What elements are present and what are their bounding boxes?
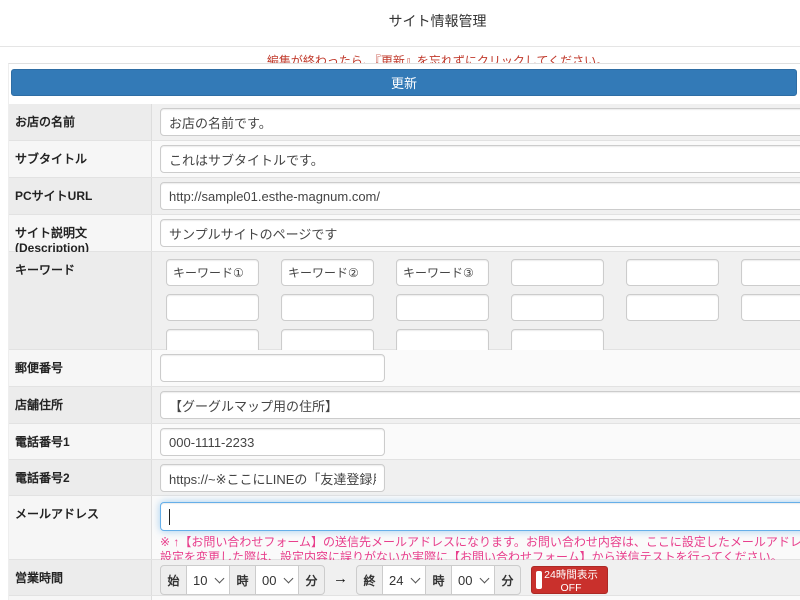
keyword-input-2[interactable] [281, 259, 374, 286]
shop-name-input[interactable] [160, 108, 800, 136]
subtitle-input[interactable] [160, 145, 800, 173]
keyword-input-7[interactable] [166, 294, 259, 321]
chevron-down-icon [411, 574, 421, 584]
chevron-down-icon [480, 574, 490, 584]
row-phone2: 電話番号2 [9, 460, 800, 496]
keyword-row-2 [166, 294, 800, 321]
form-rows: お店の名前 サブタイトル PCサイトURL サイト説明文(Description… [9, 104, 800, 600]
description-input[interactable] [160, 219, 800, 247]
row-postal-code: 郵便番号 [9, 350, 800, 387]
header-divider [0, 46, 800, 47]
email-label: メールアドレス [9, 496, 152, 559]
update-button-row: 更新 [9, 64, 800, 104]
email-note-line1: ※ ↑【お問い合わせフォーム】の送信先メールアドレスになります。お問い合わせ内容… [160, 535, 800, 550]
phone2-label: 電話番号2 [9, 460, 152, 495]
keyword-row-1 [166, 259, 800, 286]
site-info-admin-page: サイト情報管理 編集が終わったら、『更新』を忘れずにクリックしてください。 更新… [0, 0, 800, 600]
row-shop-name: お店の名前 [9, 104, 800, 141]
keyword-input-6[interactable] [741, 259, 800, 286]
row-phone1: 電話番号1 [9, 424, 800, 460]
end-hour-unit: 時 [425, 565, 452, 595]
row-subtitle: サブタイトル [9, 141, 800, 178]
hours-24h-display-toggle[interactable]: 24時間表示OFF [531, 566, 608, 594]
right-arrow-icon: → [333, 570, 348, 587]
phone1-label: 電話番号1 [9, 424, 152, 459]
keywords-label: キーワード [9, 252, 152, 349]
pc-site-url-label: PCサイトURL [9, 178, 152, 214]
phone2-input[interactable] [160, 464, 385, 492]
row-email: メールアドレス ※ ↑【お問い合わせフォーム】の送信先メールアドレスになります。… [9, 496, 800, 560]
chevron-down-icon [284, 574, 294, 584]
keyword-input-9[interactable] [396, 294, 489, 321]
shop-name-label: お店の名前 [9, 104, 152, 140]
address-label: 店舗住所 [9, 387, 152, 423]
page-title: サイト情報管理 [0, 11, 800, 31]
toggle-indicator-bar [536, 571, 542, 589]
end-minute-select[interactable]: 00 [451, 565, 495, 595]
end-hour-select[interactable]: 24 [382, 565, 426, 595]
keyword-input-12[interactable] [741, 294, 800, 321]
chevron-down-icon [215, 574, 225, 584]
end-time-group: 終 24 時 00 分 [356, 565, 521, 595]
subtitle-label: サブタイトル [9, 141, 152, 177]
keyword-input-5[interactable] [626, 259, 719, 286]
end-minute-unit: 分 [494, 565, 521, 595]
pc-site-url-input[interactable] [160, 182, 800, 210]
end-addon: 終 [356, 565, 383, 595]
keyword-input-1[interactable] [166, 259, 259, 286]
business-hours-label: 営業時間 [9, 560, 152, 595]
keyword-input-3[interactable] [396, 259, 489, 286]
start-hour-select[interactable]: 10 [186, 565, 230, 595]
text-caret [169, 509, 170, 525]
start-minute-select[interactable]: 00 [255, 565, 299, 595]
postal-code-label: 郵便番号 [9, 350, 152, 386]
keyword-input-11[interactable] [626, 294, 719, 321]
keyword-input-10[interactable] [511, 294, 604, 321]
update-button[interactable]: 更新 [11, 69, 797, 96]
row-pc-site-url: PCサイトURL [9, 178, 800, 215]
description-label: サイト説明文(Description) [9, 215, 152, 251]
start-addon: 始 [160, 565, 187, 595]
email-input[interactable] [160, 502, 800, 531]
start-minute-unit: 分 [298, 565, 325, 595]
site-info-form: 更新 お店の名前 サブタイトル PCサイトURL [8, 63, 800, 600]
start-hour-unit: 時 [229, 565, 256, 595]
start-time-group: 始 10 時 00 分 [160, 565, 325, 595]
postal-code-input[interactable] [160, 354, 385, 382]
keyword-input-8[interactable] [281, 294, 374, 321]
phone1-input[interactable] [160, 428, 385, 456]
row-description: サイト説明文(Description) [9, 215, 800, 252]
row-next-partial [9, 596, 800, 600]
keyword-input-4[interactable] [511, 259, 604, 286]
address-input[interactable] [160, 391, 800, 419]
row-address: 店舗住所 [9, 387, 800, 424]
row-keywords: キーワード [9, 252, 800, 350]
row-business-hours: 営業時間 始 10 時 00 分 [9, 560, 800, 596]
